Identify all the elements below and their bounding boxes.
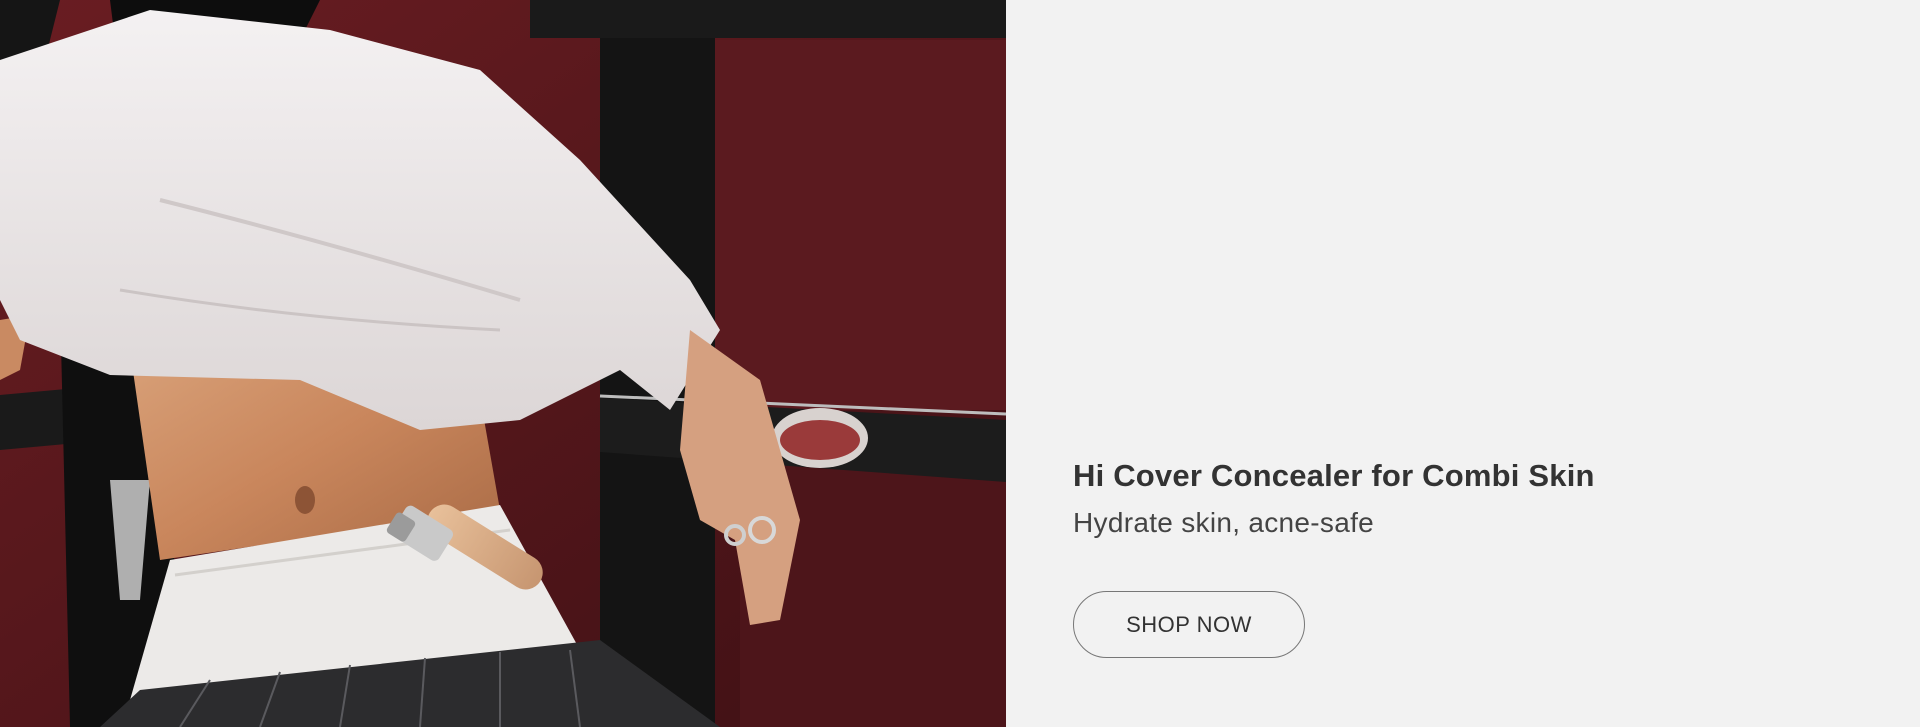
hero-content-panel: Hi Cover Concealer for Combi Skin Hydrat… [1006,0,1920,727]
product-title: Hi Cover Concealer for Combi Skin [1073,458,1595,493]
hero-photo-illustration [0,0,1006,727]
hero-image[interactable] [0,0,1006,727]
hero-text-block: Hi Cover Concealer for Combi Skin Hydrat… [1073,452,1595,658]
product-subtitle: Hydrate skin, acne-safe [1073,507,1375,538]
shop-now-button[interactable]: SHOP NOW [1073,591,1305,658]
hero-banner: Hi Cover Concealer for Combi Skin Hydrat… [0,0,1920,727]
